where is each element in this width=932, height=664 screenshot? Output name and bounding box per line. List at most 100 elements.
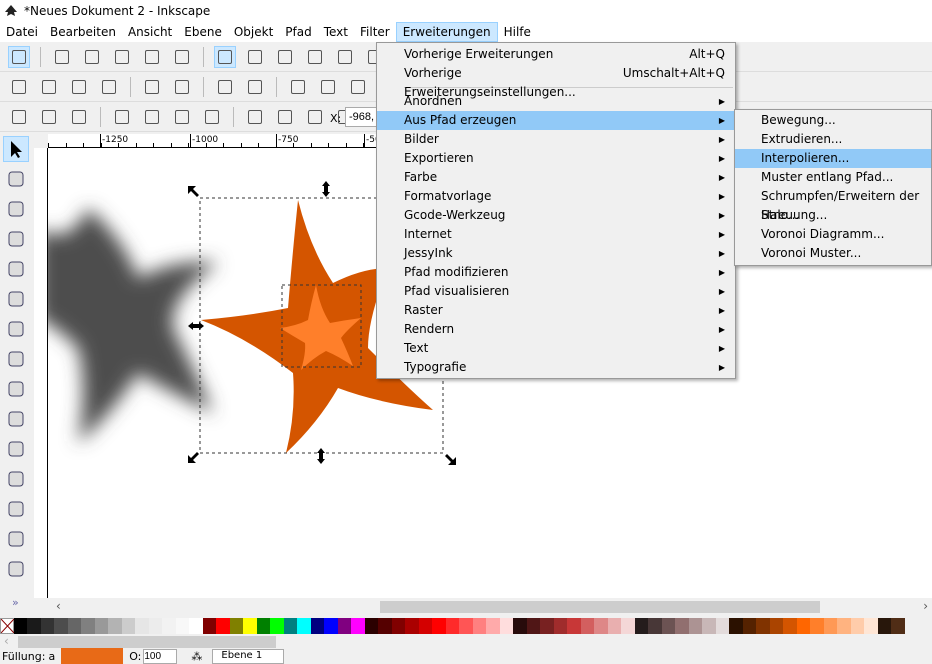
- deselect-button[interactable]: [68, 106, 90, 128]
- color-swatch[interactable]: [40, 618, 54, 634]
- color-swatch[interactable]: [310, 618, 324, 634]
- color-swatch[interactable]: [81, 618, 95, 634]
- menu-ebene[interactable]: Ebene: [178, 22, 228, 42]
- color-swatch[interactable]: [648, 618, 662, 634]
- menu-item-formatvorlage[interactable]: Formatvorlage ▶: [377, 187, 735, 206]
- color-swatch[interactable]: [418, 618, 432, 634]
- node-cusp-button[interactable]: [214, 45, 236, 68]
- zoom-tool-button[interactable]: [3, 226, 29, 252]
- color-swatch[interactable]: [594, 618, 608, 634]
- color-swatch[interactable]: [391, 618, 405, 634]
- color-swatch[interactable]: [337, 618, 351, 634]
- color-swatch[interactable]: [283, 618, 297, 634]
- raise-button[interactable]: [304, 106, 326, 128]
- node-select-button[interactable]: [8, 45, 30, 68]
- menu-item-typografie[interactable]: Typografie ▶: [377, 358, 735, 377]
- node-tool-button[interactable]: [3, 166, 29, 192]
- color-swatch[interactable]: [94, 618, 108, 634]
- scrollbar-thumb[interactable]: [380, 601, 820, 613]
- color-swatch[interactable]: [769, 618, 783, 634]
- color-swatch[interactable]: [742, 618, 756, 634]
- color-swatch[interactable]: [27, 618, 41, 634]
- color-swatch[interactable]: [108, 618, 122, 634]
- lower-button[interactable]: [274, 106, 296, 128]
- menu-item-farbe[interactable]: Farbe ▶: [377, 168, 735, 187]
- color-swatch[interactable]: [729, 618, 743, 634]
- delete-node-button[interactable]: [141, 46, 163, 68]
- color-swatch[interactable]: [324, 618, 338, 634]
- menu-datei[interactable]: Datei: [0, 22, 44, 42]
- color-swatch[interactable]: [216, 618, 230, 634]
- color-swatch[interactable]: [175, 618, 189, 634]
- menu-text[interactable]: Text: [318, 22, 354, 42]
- color-swatch[interactable]: [688, 618, 702, 634]
- color-swatch[interactable]: [229, 618, 243, 634]
- layer-dropdown[interactable]: Ebene 1: [212, 648, 285, 664]
- color-swatch[interactable]: [459, 618, 473, 634]
- color-swatch[interactable]: [405, 618, 419, 634]
- menu-item-rendern[interactable]: Rendern ▶: [377, 320, 735, 339]
- star-tool-button[interactable]: [3, 376, 29, 402]
- palette-scroll-left-icon[interactable]: ‹: [4, 634, 9, 648]
- box-3d-tool-button[interactable]: [3, 316, 29, 342]
- copy-button[interactable]: [287, 76, 309, 98]
- color-swatch[interactable]: [837, 618, 851, 634]
- menu-item-muster-entlang-pfad[interactable]: Muster entlang Pfad...: [735, 168, 931, 187]
- color-swatch[interactable]: [270, 618, 284, 634]
- scroll-left-icon[interactable]: ‹: [56, 599, 61, 613]
- menu-item-bilder[interactable]: Bilder ▶: [377, 130, 735, 149]
- menu-item-text[interactable]: Text ▶: [377, 339, 735, 358]
- color-swatch[interactable]: [783, 618, 797, 634]
- no-paint-swatch[interactable]: [0, 618, 15, 634]
- select-all-layers-button[interactable]: [38, 106, 60, 128]
- color-swatch[interactable]: [607, 618, 621, 634]
- color-swatch[interactable]: [189, 618, 203, 634]
- measure-tool-button[interactable]: [3, 256, 29, 282]
- menu-objekt[interactable]: Objekt: [228, 22, 279, 42]
- pen-tool-button[interactable]: [3, 466, 29, 492]
- menu-item-aus-pfad-erzeugen[interactable]: Aus Pfad erzeugen ▶: [377, 111, 735, 130]
- break-path-button[interactable]: [81, 46, 103, 68]
- color-swatch[interactable]: [634, 618, 648, 634]
- rotate-ccw-button[interactable]: [111, 106, 133, 128]
- flip-horizontal-button[interactable]: [171, 106, 193, 128]
- node-smooth-button[interactable]: [244, 46, 266, 68]
- color-swatch[interactable]: [796, 618, 810, 634]
- color-swatch[interactable]: [661, 618, 675, 634]
- rectangle-tool-button[interactable]: [3, 286, 29, 312]
- color-swatch[interactable]: [864, 618, 878, 634]
- fill-color-swatch[interactable]: [61, 648, 124, 664]
- color-swatch[interactable]: [891, 618, 905, 634]
- vertical-ruler[interactable]: [34, 148, 48, 598]
- horizontal-scrollbar[interactable]: ‹ ›: [48, 599, 932, 615]
- color-swatch[interactable]: [378, 618, 392, 634]
- menu-item-pfad-visualisieren[interactable]: Pfad visualisieren ▶: [377, 282, 735, 301]
- menu-filter[interactable]: Filter: [354, 22, 396, 42]
- color-swatch[interactable]: [54, 618, 68, 634]
- color-swatch[interactable]: [756, 618, 770, 634]
- print-button[interactable]: [98, 76, 120, 98]
- color-swatch[interactable]: [675, 618, 689, 634]
- menu-ansicht[interactable]: Ansicht: [122, 22, 178, 42]
- color-swatch[interactable]: [823, 618, 837, 634]
- menu-item-interpolieren[interactable]: Interpolieren...: [735, 149, 931, 168]
- menu-item-gcode-werkzeug[interactable]: Gcode-Werkzeug ▶: [377, 206, 735, 225]
- ellipse-tool-button[interactable]: [3, 346, 29, 372]
- pencil-tool-button[interactable]: [3, 436, 29, 462]
- spiral-tool-button[interactable]: [3, 406, 29, 432]
- color-swatch[interactable]: [243, 618, 257, 634]
- color-swatch[interactable]: [364, 618, 378, 634]
- import-button[interactable]: [141, 76, 163, 98]
- menu-item-bewegung[interactable]: Bewegung...: [735, 111, 931, 130]
- color-swatch[interactable]: [580, 618, 594, 634]
- more-tools-icon[interactable]: »: [12, 596, 19, 609]
- palette-scrollbar[interactable]: ‹: [0, 634, 932, 648]
- node-symmetric-button[interactable]: [274, 46, 296, 68]
- add-node-button[interactable]: [51, 46, 73, 68]
- menu-item-voronoi-muster[interactable]: Voronoi Muster...: [735, 244, 931, 263]
- color-swatch[interactable]: [499, 618, 513, 634]
- color-swatch[interactable]: [445, 618, 459, 634]
- scroll-right-icon[interactable]: ›: [923, 599, 928, 613]
- select-all-button[interactable]: [8, 106, 30, 128]
- color-swatch[interactable]: [702, 618, 716, 634]
